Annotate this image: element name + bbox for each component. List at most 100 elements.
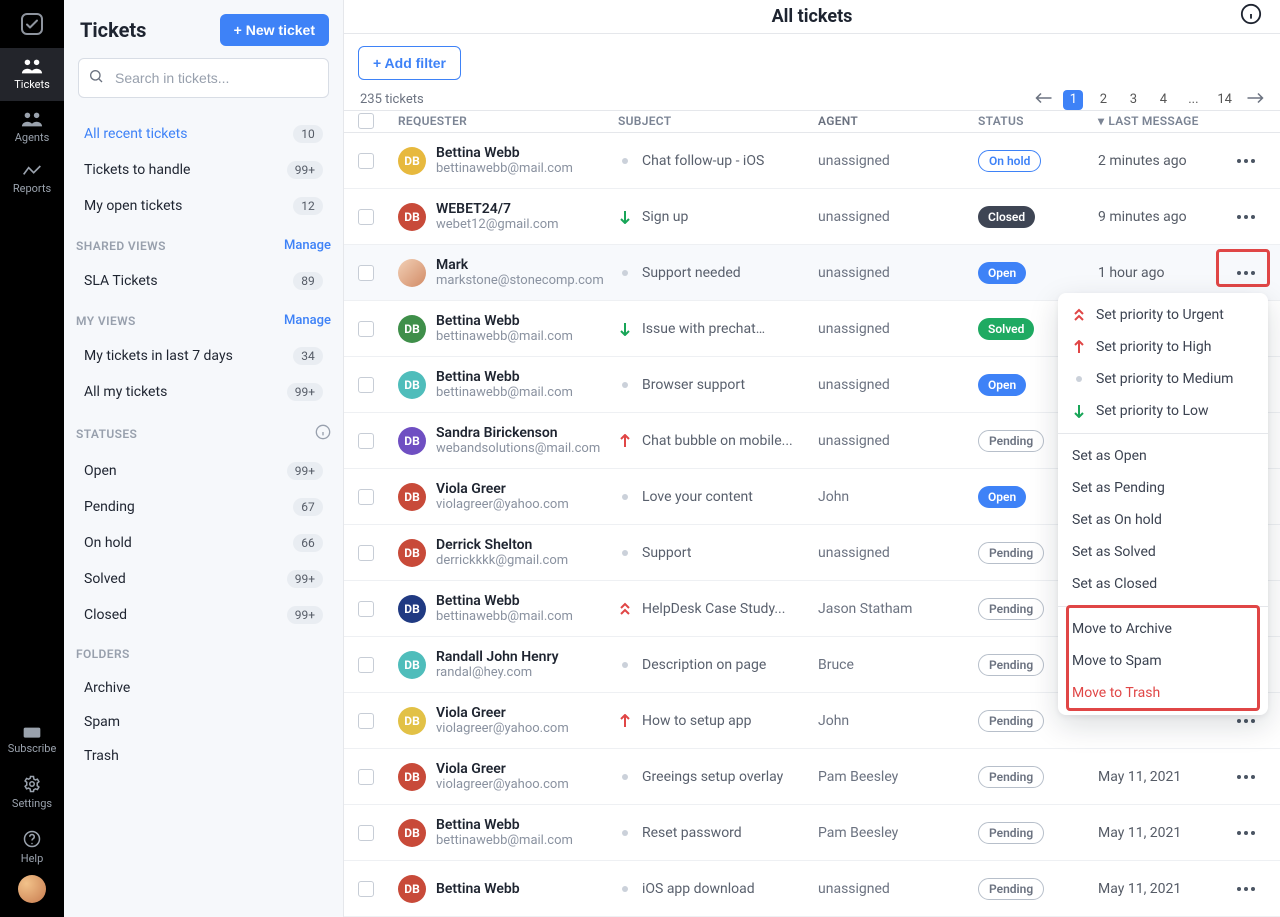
menu-item[interactable]: Move to Trash [1058,677,1268,709]
row-more-button[interactable] [1226,153,1266,169]
requester-name: Bettina Webb [436,369,573,385]
pager-prev[interactable] [1035,92,1053,108]
subject-text: Chat follow-up - iOS [642,153,764,169]
nav-folders-item[interactable]: Trash [72,739,335,773]
priority-dot-icon [618,826,632,840]
menu-item[interactable]: Set as Open [1058,440,1268,472]
status-cell: On hold [978,150,1098,172]
row-checkbox[interactable] [358,545,398,561]
rail-item-tickets[interactable]: Tickets [0,48,64,101]
menu-item[interactable]: Move to Archive [1058,613,1268,645]
requester-cell: Markmarkstone@stonecomp.com [398,257,618,288]
menu-item[interactable]: Set as Solved [1058,536,1268,568]
menu-item[interactable]: Set as On hold [1058,504,1268,536]
table-row[interactable]: DBBettina WebbiOS app downloadunassigned… [344,861,1280,917]
menu-item[interactable]: Set priority to High [1058,331,1268,363]
pager-page[interactable]: 14 [1213,90,1236,110]
select-all-checkbox[interactable] [358,113,398,129]
table-body: DBBettina Webbbettinawebb@mail.comChat f… [344,133,1280,917]
status-cell: Pending [978,878,1098,900]
toolbar: + Add filter 235 tickets 1234...14 [344,34,1280,110]
row-checkbox[interactable] [358,433,398,449]
menu-item[interactable]: Move to Spam [1058,645,1268,677]
row-more-button[interactable] [1226,825,1266,841]
requester-name: Bettina Webb [436,593,573,609]
nav-count: 99+ [287,383,323,401]
menu-item[interactable]: Set priority to Low [1058,395,1268,427]
add-filter-button[interactable]: + Add filter [358,46,461,80]
nav-recent-item[interactable]: My open tickets12 [72,188,335,224]
row-checkbox[interactable] [358,769,398,785]
search-input[interactable] [78,58,329,98]
nav-statuses-item[interactable]: Open99+ [72,453,335,489]
row-checkbox[interactable] [358,713,398,729]
col-agent[interactable]: AGENT [818,114,978,128]
nav-statuses-item[interactable]: Solved99+ [72,561,335,597]
table-row[interactable]: DBWEBET24/7webet12@gmail.comSign upunass… [344,189,1280,245]
col-status[interactable]: STATUS [978,114,1098,128]
pager-next[interactable] [1246,92,1264,108]
row-checkbox[interactable] [358,265,398,281]
row-checkbox[interactable] [358,657,398,673]
requester-name: Viola Greer [436,705,569,721]
col-requester[interactable]: REQUESTER [398,114,618,128]
row-checkbox[interactable] [358,489,398,505]
status-pill: Pending [978,878,1044,900]
menu-item[interactable]: Set priority to Medium [1058,363,1268,395]
nav-recent-item[interactable]: Tickets to handle99+ [72,152,335,188]
row-checkbox[interactable] [358,881,398,897]
nav-shared-item[interactable]: SLA Tickets89 [72,263,335,299]
col-last-message[interactable]: ▾LAST MESSAGE [1098,114,1226,128]
row-checkbox[interactable] [358,825,398,841]
row-more-button[interactable] [1226,881,1266,897]
subject-text: iOS app download [642,881,755,897]
row-checkbox[interactable] [358,153,398,169]
col-subject[interactable]: SUBJECT [618,114,818,128]
requester-name: Sandra Birickenson [436,425,600,441]
pager-page[interactable]: 4 [1153,90,1173,110]
pager-page[interactable]: 2 [1093,90,1113,110]
row-checkbox[interactable] [358,601,398,617]
row-more-button[interactable]: Set priority to UrgentSet priority to Hi… [1226,265,1266,281]
statuses-info-icon[interactable] [315,424,331,443]
row-checkbox[interactable] [358,321,398,337]
table-row[interactable]: DBBettina Webbbettinawebb@mail.comChat f… [344,133,1280,189]
current-user-avatar[interactable] [18,875,46,903]
rail-item-settings[interactable]: Settings [0,765,64,820]
row-more-button[interactable] [1226,769,1266,785]
nav-folders-item[interactable]: Archive [72,671,335,705]
new-ticket-button[interactable]: + New ticket [220,14,329,46]
row-more-button[interactable] [1226,713,1266,729]
nav-statuses-item[interactable]: Pending67 [72,489,335,525]
manage-shared-views[interactable]: Manage [284,238,331,253]
menu-item[interactable]: Set priority to Urgent [1058,299,1268,331]
row-checkbox[interactable] [358,209,398,225]
status-pill: Pending [978,598,1044,620]
nav-statuses-item[interactable]: On hold66 [72,525,335,561]
pager-page[interactable]: 3 [1123,90,1143,110]
pager-page[interactable]: ... [1183,90,1203,110]
table-row[interactable]: DBViola Greerviolagreer@yahoo.comGreeing… [344,749,1280,805]
rail-item-reports[interactable]: Reports [0,154,64,205]
rail-item-help[interactable]: Help [0,820,64,875]
nav-statuses-item[interactable]: Closed99+ [72,597,335,633]
table-row[interactable]: Markmarkstone@stonecomp.comSupport neede… [344,245,1280,301]
nav-myviews-item[interactable]: All my tickets99+ [72,374,335,410]
pager-page[interactable]: 1 [1063,90,1083,110]
app-logo [16,8,48,40]
rail-item-agents[interactable]: Agents [0,101,64,154]
manage-my-views[interactable]: Manage [284,313,331,328]
nav-myviews-item[interactable]: My tickets in last 7 days34 [72,338,335,374]
menu-item[interactable]: Set as Pending [1058,472,1268,504]
row-checkbox[interactable] [358,377,398,393]
menu-item[interactable]: Set as Closed [1058,568,1268,600]
row-more-button[interactable] [1226,209,1266,225]
nav-recent-item[interactable]: All recent tickets10 [72,116,335,152]
info-icon[interactable] [1240,3,1262,29]
avatar: DB [398,819,426,847]
priority-down-icon [618,322,632,336]
table-row[interactable]: DBBettina Webbbettinawebb@mail.comReset … [344,805,1280,861]
requester-cell: DBRandall John Henryrandal@hey.com [398,649,618,680]
rail-item-subscribe[interactable]: Subscribe [0,714,64,765]
nav-folders-item[interactable]: Spam [72,705,335,739]
